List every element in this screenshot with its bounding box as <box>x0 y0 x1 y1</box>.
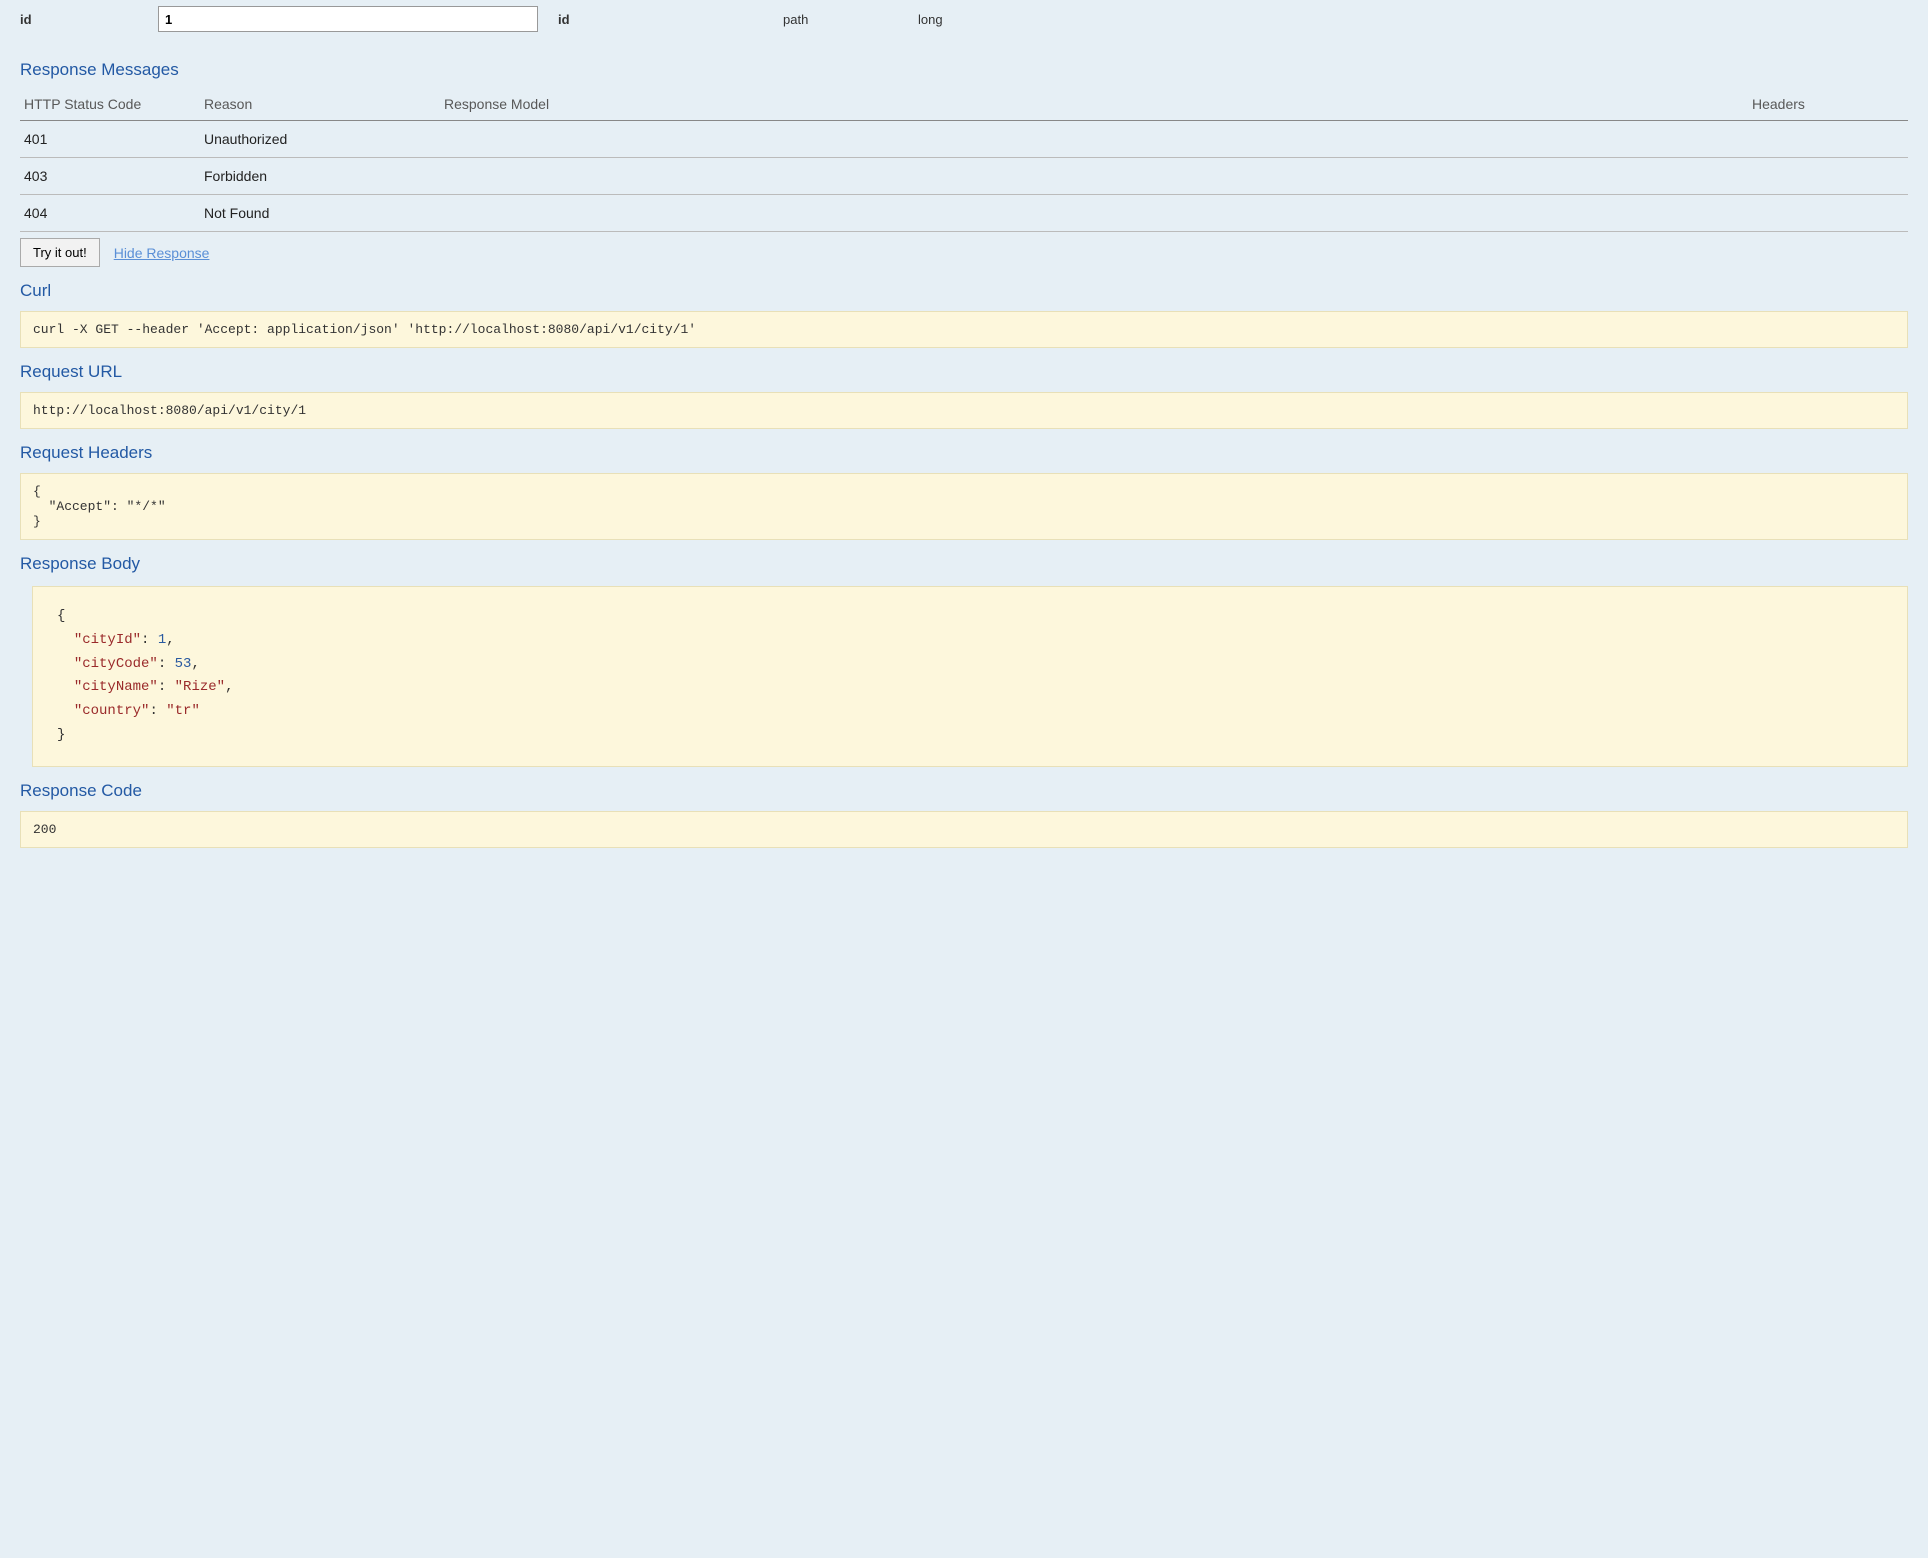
param-name: id <box>20 12 158 27</box>
param-description: id <box>538 12 783 27</box>
request-headers-block: { "Accept": "*/*" } <box>20 473 1908 540</box>
hide-response-link[interactable]: Hide Response <box>114 245 210 261</box>
table-row: 403Forbidden <box>20 158 1908 195</box>
curl-command-block: curl -X GET --header 'Accept: applicatio… <box>20 311 1908 348</box>
response-messages-table: HTTP Status Code Reason Response Model H… <box>20 90 1908 232</box>
table-row: 401Unauthorized <box>20 121 1908 158</box>
response-code-heading: Response Code <box>20 781 1908 801</box>
reason-cell: Unauthorized <box>200 121 440 158</box>
col-status-code: HTTP Status Code <box>20 90 200 121</box>
response-body-heading: Response Body <box>20 554 1908 574</box>
param-value-input[interactable] <box>158 6 538 32</box>
request-url-block: http://localhost:8080/api/v1/city/1 <box>20 392 1908 429</box>
col-model: Response Model <box>440 90 1748 121</box>
try-it-out-button[interactable]: Try it out! <box>20 238 100 267</box>
headers-cell <box>1748 158 1908 195</box>
response-messages-heading: Response Messages <box>20 60 1908 80</box>
status-code-cell: 403 <box>20 158 200 195</box>
param-datatype: long <box>918 12 943 27</box>
status-code-cell: 401 <box>20 121 200 158</box>
request-headers-heading: Request Headers <box>20 443 1908 463</box>
action-row: Try it out! Hide Response <box>20 238 1908 267</box>
model-cell <box>440 121 1748 158</box>
headers-cell <box>1748 121 1908 158</box>
table-row: 404Not Found <box>20 195 1908 232</box>
reason-cell: Not Found <box>200 195 440 232</box>
reason-cell: Forbidden <box>200 158 440 195</box>
response-body-block: { "cityId": 1, "cityCode": 53, "cityName… <box>32 586 1908 767</box>
parameter-row: id id path long <box>20 0 1908 46</box>
headers-cell <box>1748 195 1908 232</box>
response-code-block: 200 <box>20 811 1908 848</box>
request-url-heading: Request URL <box>20 362 1908 382</box>
col-headers: Headers <box>1748 90 1908 121</box>
model-cell <box>440 158 1748 195</box>
curl-heading: Curl <box>20 281 1908 301</box>
col-reason: Reason <box>200 90 440 121</box>
status-code-cell: 404 <box>20 195 200 232</box>
param-type: path <box>783 12 918 27</box>
model-cell <box>440 195 1748 232</box>
